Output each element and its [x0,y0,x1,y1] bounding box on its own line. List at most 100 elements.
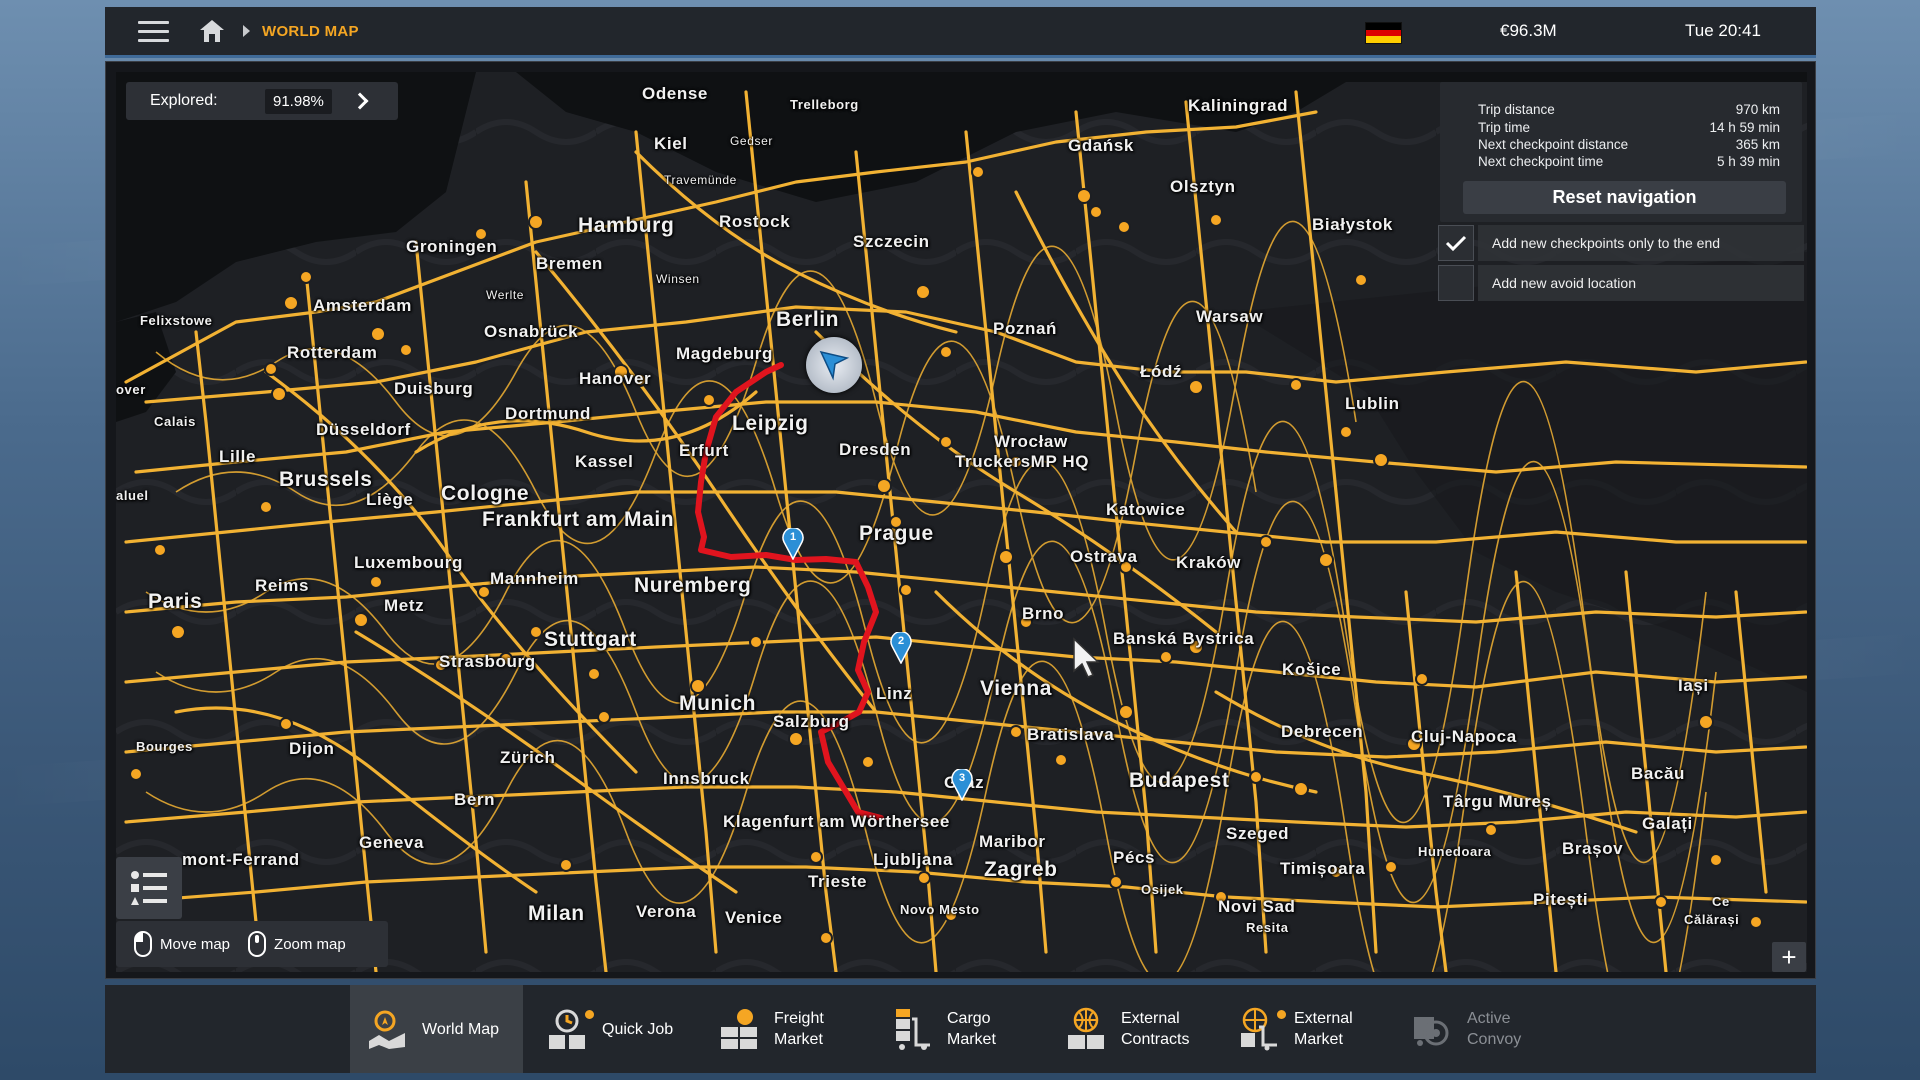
city-label: Bourges [136,739,193,754]
mouse-wheel-icon [248,931,267,957]
breadcrumb-chevron-icon [243,25,250,37]
city-label: Odense [642,84,708,103]
trip-distance-label: Trip distance [1478,102,1555,117]
checkpoints-end-option[interactable]: Add new checkpoints only to the end [1438,225,1804,261]
city-label: Novo Mesto [900,902,980,917]
city-label: Mannheim [490,569,579,588]
city-label: Bern [454,790,496,809]
tab-external-market[interactable]: External Market [1222,985,1387,1073]
city-label: Zagreb [984,858,1058,881]
mouse-cursor-icon [1072,637,1102,686]
checkbox-unchecked[interactable] [1438,265,1474,301]
trip-distance-row: Trip distance 970 km [1478,102,1780,117]
checkpoint-marker-icon[interactable]: 2 [890,630,912,669]
city-label: Calais [154,414,196,429]
checkpoint-number: 2 [897,635,905,647]
explored-value: 91.98% [265,88,332,114]
next-checkpoint-distance-row: Next checkpoint distance 365 km [1478,137,1780,152]
checkbox-checked-icon[interactable] [1438,225,1474,261]
city-label: Werlte [486,288,525,302]
city-label: Łódź [1140,362,1183,381]
game-time: Tue 20:41 [1685,21,1761,40]
flag-stripe-black [1366,23,1401,30]
tab-freight-market[interactable]: Freight Market [702,985,862,1073]
city-label: Maribor [979,832,1046,851]
checkpoint-number: 3 [958,772,966,784]
city-label: Linz [876,684,913,703]
city-label: Katowice [1106,500,1186,519]
flag-stripe-gold [1366,36,1401,44]
city-label: Dijon [289,739,335,758]
city-label: Frankfurt am Main [482,508,675,531]
checkpoint-marker-icon[interactable]: 1 [782,526,804,565]
tab-cargo-market[interactable]: Cargo Market [875,985,1035,1073]
player-truck-icon [806,337,862,393]
city-label: Düsseldorf [316,420,411,439]
flag-stripe-red [1366,29,1401,37]
tab-quick-job[interactable]: Quick Job [530,985,690,1073]
home-icon[interactable] [195,14,229,48]
checkpoint-marker-icon[interactable]: 3 [951,767,973,806]
city-label: Rotterdam [287,343,378,362]
zoom-map-label: Zoom map [274,935,346,953]
city-label: Gdańsk [1068,136,1134,155]
city-label: Hunedoara [1418,844,1492,859]
city-label: Osijek [1141,882,1184,897]
city-label: Olsztyn [1170,177,1236,196]
next-checkpoint-time-row: Next checkpoint time 5 h 39 min [1478,154,1780,169]
map-frame: Odense Trelleborg Kaliningrad Kiel Gedse… [105,61,1816,979]
city-label: Venice [725,908,783,927]
city-label: Lille [219,447,257,466]
city-label: Lublin [1345,394,1400,413]
city-label: Kiel [654,134,688,153]
city-label: Dresden [839,440,912,459]
city-label: Cologne [441,482,530,505]
world-map[interactable]: Odense Trelleborg Kaliningrad Kiel Gedse… [116,72,1807,972]
city-label: Bremen [536,254,603,273]
city-label: Prague [859,522,934,545]
zoom-in-icon[interactable]: + [1772,942,1806,972]
city-label: Poznań [993,319,1058,338]
hamburger-menu-icon[interactable] [125,6,181,57]
chevron-right-icon[interactable] [351,92,369,110]
tab-external-contracts[interactable]: External Contracts [1049,985,1214,1073]
city-label: Târgu Mureș [1443,792,1552,811]
tab-world-map[interactable]: World Map [350,985,523,1073]
city-label: Hanover [579,369,652,388]
city-label: Magdeburg [676,344,774,363]
city-label: Dortmund [505,404,592,423]
tab-label: Active Convoy [1467,1010,1522,1048]
avoid-location-option[interactable]: Add new avoid location [1438,265,1804,301]
city-label: Groningen [406,237,498,256]
city-label: Milan [528,902,585,925]
city-label: Bratislava [1027,725,1115,744]
breadcrumb-title: WORLD MAP [262,22,359,40]
city-label: Białystok [1312,215,1393,234]
city-label: Luxembourg [354,553,463,572]
city-label: Kaliningrad [1188,96,1289,115]
city-label: Novi Sad [1218,897,1296,916]
city-label: Klagenfurt am Wörthersee [723,812,950,831]
tab-label: External Contracts [1121,1010,1190,1048]
city-label: Travemünde [664,173,737,187]
city-label: Zürich [500,748,556,767]
city-label: Ljubljana [873,850,954,869]
city-label: Berlin [776,308,840,331]
city-label: Rostock [719,212,791,231]
next-checkpoint-time-value: 5 h 39 min [1716,154,1780,169]
external-contracts-icon [1063,1006,1109,1052]
city-label: Cluj-Napoca [1411,727,1517,746]
city-label: Strasbourg [439,652,536,671]
money-balance: €96.3M [1500,21,1557,40]
tab-label: Cargo Market [947,1010,996,1048]
legend-list-icon[interactable] [116,857,182,919]
reset-navigation-button[interactable]: Reset navigation [1463,181,1786,214]
city-label: Liège [366,490,414,509]
city-label: Ce [1712,894,1730,909]
city-label: Salzburg [773,712,850,731]
city-label: Erfurt [679,441,729,460]
city-label: mont-Ferrand [182,850,300,869]
city-label: Trieste [808,872,868,891]
city-label: Innsbruck [663,769,750,788]
tab-active-convoy[interactable]: Active Convoy [1395,985,1555,1073]
